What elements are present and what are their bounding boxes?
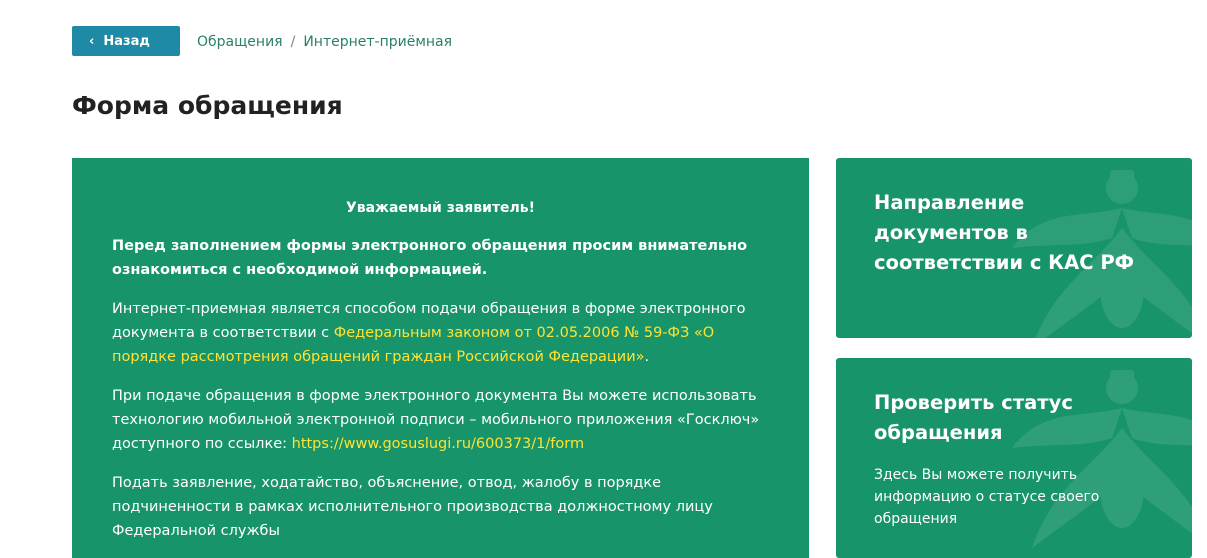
- info-panel: Уважаемый заявитель! Перед заполнением ф…: [72, 158, 809, 558]
- check-status-card[interactable]: Проверить статус обращения Здесь Вы може…: [836, 358, 1192, 558]
- page-title: Форма обращения: [72, 91, 343, 120]
- breadcrumb-link-internet-priemnaya[interactable]: Интернет-приёмная: [303, 34, 452, 50]
- paragraph-complaint: Подать заявление, ходатайство, объяснени…: [112, 475, 713, 539]
- paragraph-law: Интернет-приемная является способом пода…: [112, 297, 769, 369]
- breadcrumb-link-obrascheniya[interactable]: Обращения: [197, 34, 283, 50]
- status-card-title: Проверить статус обращения: [874, 391, 1073, 444]
- chevron-left-icon: ‹: [89, 33, 95, 49]
- paragraph-law-end: .: [644, 349, 650, 365]
- gosuslugi-link[interactable]: https://www.gosuslugi.ru/600373/1/form: [292, 436, 584, 452]
- intro-text: Перед заполнением формы электронного обр…: [112, 238, 748, 278]
- breadcrumb-separator: /: [290, 34, 296, 50]
- greeting-text: Уважаемый заявитель!: [345, 200, 536, 216]
- status-card-description: Здесь Вы можете получить информацию о ст…: [874, 467, 1100, 527]
- paragraph-goskluch: При подаче обращения в форме электронног…: [112, 384, 769, 456]
- breadcrumb: Обращения / Интернет-приёмная: [197, 34, 452, 50]
- back-button[interactable]: ‹ Назад: [72, 26, 180, 56]
- kas-documents-card[interactable]: Направление документов в соответствии с …: [836, 158, 1192, 338]
- kas-card-title: Направление документов в соответствии с …: [874, 191, 1134, 274]
- back-button-label: Назад: [103, 33, 150, 49]
